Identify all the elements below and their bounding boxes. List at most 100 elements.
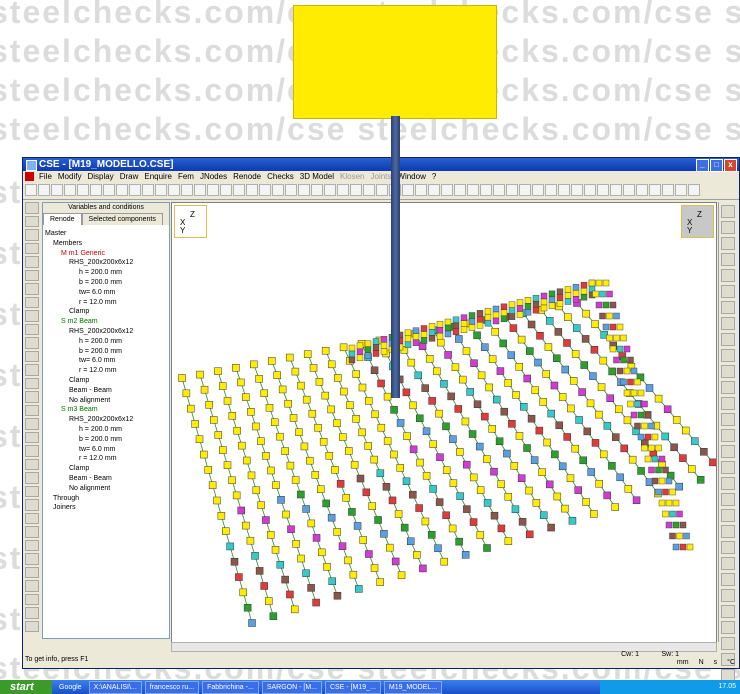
- right-tool-icon[interactable]: [721, 525, 735, 538]
- mesh-node[interactable]: [435, 498, 444, 506]
- tab-renode[interactable]: Renode: [43, 213, 82, 225]
- frame-node[interactable]: [532, 300, 540, 308]
- mesh-node[interactable]: [507, 351, 515, 359]
- mesh-node[interactable]: [578, 388, 586, 396]
- mesh-node[interactable]: [590, 346, 599, 354]
- frame-node[interactable]: [468, 312, 476, 319]
- toolbar-tool-icon[interactable]: [532, 184, 544, 196]
- mesh-node[interactable]: [473, 400, 482, 408]
- mesh-node[interactable]: [409, 401, 417, 410]
- mesh-node[interactable]: [365, 397, 373, 405]
- mesh-node[interactable]: [247, 408, 255, 416]
- tree-item[interactable]: Joiners: [53, 504, 76, 511]
- mesh-node[interactable]: [587, 468, 595, 476]
- mesh-node[interactable]: [302, 505, 310, 513]
- toolbar-tool-icon[interactable]: [545, 184, 557, 196]
- frame-node[interactable]: [540, 304, 548, 312]
- tree-item[interactable]: b = 200.0 mm: [79, 279, 122, 286]
- mesh-node[interactable]: [620, 444, 628, 453]
- mesh-node[interactable]: [356, 474, 365, 483]
- mesh-node[interactable]: [413, 551, 421, 559]
- mesh-node[interactable]: [265, 597, 273, 605]
- frame-node[interactable]: [412, 333, 420, 340]
- mesh-node[interactable]: [490, 467, 498, 476]
- toolbar-tool-icon[interactable]: [467, 184, 479, 196]
- mesh-node[interactable]: [582, 498, 590, 506]
- frame-node[interactable]: [602, 279, 610, 287]
- mesh-node[interactable]: [219, 446, 227, 454]
- toolbar-tool-icon[interactable]: [519, 184, 531, 196]
- mesh-node[interactable]: [230, 558, 239, 566]
- mesh-node[interactable]: [286, 461, 295, 470]
- mesh-node[interactable]: [376, 578, 384, 586]
- mesh-node[interactable]: [318, 548, 326, 557]
- menu-jnodes[interactable]: JNodes: [197, 171, 230, 182]
- taskbar-item[interactable]: Fabbrichina -...: [202, 680, 259, 694]
- mesh-node[interactable]: [242, 521, 250, 530]
- mesh-node[interactable]: [416, 458, 424, 467]
- frame-node[interactable]: [609, 345, 617, 353]
- mesh-node[interactable]: [362, 488, 371, 497]
- left-tool-icon[interactable]: [25, 256, 39, 268]
- mesh-node[interactable]: [396, 464, 404, 472]
- frame-node[interactable]: [599, 312, 606, 320]
- frame-node[interactable]: [404, 335, 412, 343]
- mesh-node[interactable]: [545, 480, 554, 489]
- menu-3d-model[interactable]: 3D Model: [297, 171, 337, 182]
- mesh-node[interactable]: [182, 389, 191, 398]
- mesh-node[interactable]: [470, 359, 478, 367]
- menu-enquire[interactable]: Enquire: [141, 171, 175, 182]
- toolbar-tool-icon[interactable]: [480, 184, 492, 196]
- mesh-node[interactable]: [390, 406, 398, 414]
- frame-node[interactable]: [606, 312, 613, 320]
- left-tool-icon[interactable]: [25, 566, 39, 578]
- toolbar-tool-icon[interactable]: [181, 184, 193, 196]
- model-viewport[interactable]: Z X Y Z X Y: [171, 202, 717, 644]
- mesh-node[interactable]: [466, 388, 474, 396]
- toolbar-tool-icon[interactable]: [493, 184, 505, 196]
- mesh-node[interactable]: [214, 431, 223, 439]
- mesh-node[interactable]: [520, 403, 528, 411]
- mesh-node[interactable]: [223, 461, 232, 469]
- frame-node[interactable]: [662, 466, 669, 474]
- tree-item[interactable]: S m2 Beam: [61, 318, 98, 325]
- taskbar-item[interactable]: CSE - [M19_...: [324, 680, 381, 694]
- mesh-node[interactable]: [616, 473, 624, 482]
- mesh-node[interactable]: [532, 499, 541, 507]
- left-tool-icon[interactable]: [25, 229, 39, 241]
- mesh-node[interactable]: [407, 537, 415, 545]
- frame-node[interactable]: [637, 411, 645, 419]
- mesh-node[interactable]: [370, 564, 379, 572]
- mesh-node[interactable]: [340, 387, 348, 396]
- mesh-node[interactable]: [235, 573, 243, 581]
- mesh-node[interactable]: [271, 546, 280, 554]
- mesh-node[interactable]: [208, 481, 217, 489]
- mesh-node[interactable]: [252, 486, 261, 495]
- frame-node[interactable]: [662, 488, 669, 496]
- mesh-node[interactable]: [536, 332, 544, 340]
- toolbar-tool-icon[interactable]: [298, 184, 310, 196]
- frame-node[interactable]: [592, 290, 599, 298]
- toolbar-tool-icon[interactable]: [428, 184, 440, 196]
- frame-node[interactable]: [516, 299, 524, 306]
- mesh-node[interactable]: [377, 379, 385, 388]
- frame-node[interactable]: [627, 356, 634, 364]
- frame-node[interactable]: [623, 345, 631, 353]
- mesh-node[interactable]: [352, 415, 360, 423]
- mesh-node[interactable]: [262, 516, 270, 524]
- mesh-node[interactable]: [237, 506, 245, 515]
- frame-node[interactable]: [508, 313, 516, 320]
- left-tool-icon[interactable]: [25, 310, 39, 322]
- mesh-node[interactable]: [454, 405, 463, 413]
- right-tool-icon[interactable]: [721, 589, 735, 602]
- frame-node[interactable]: [602, 301, 610, 309]
- frame-node[interactable]: [524, 303, 532, 310]
- mesh-node[interactable]: [523, 374, 531, 383]
- frame-node[interactable]: [500, 309, 508, 317]
- mesh-node[interactable]: [257, 437, 265, 445]
- mesh-node[interactable]: [586, 399, 595, 408]
- mesh-node[interactable]: [327, 513, 336, 522]
- mesh-node[interactable]: [268, 357, 276, 365]
- toolbar-tool-icon[interactable]: [662, 184, 674, 196]
- mesh-node[interactable]: [447, 392, 455, 401]
